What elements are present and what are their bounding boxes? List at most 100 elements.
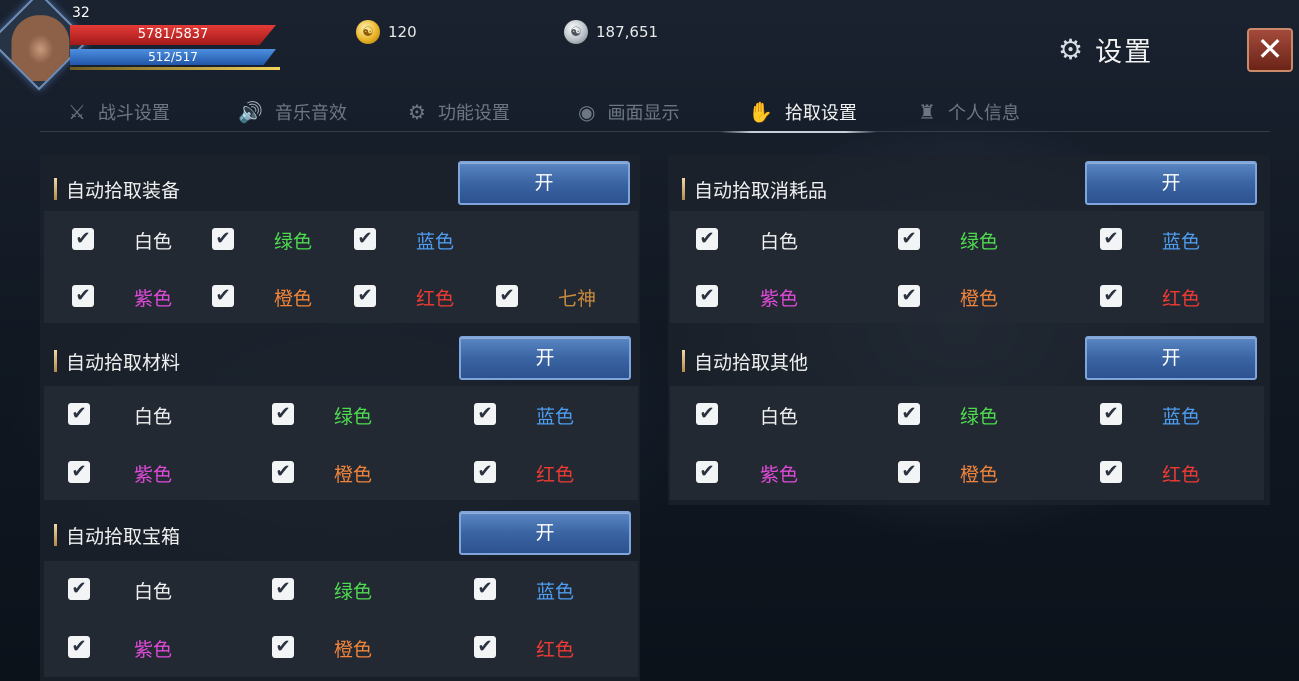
- checkbox-white[interactable]: ✔: [696, 228, 718, 250]
- section-accent: [54, 178, 57, 200]
- checkbox-purple[interactable]: ✔: [696, 461, 718, 483]
- option-label: 红色: [1162, 464, 1201, 486]
- section-accent: [682, 350, 685, 372]
- gold-currency: ☯ 120: [356, 20, 417, 44]
- consumables-options: ✔ 白色 ✔ 绿色 ✔ 蓝色 ✔ 紫色 ✔ 橙色 ✔ 红色: [670, 211, 1264, 323]
- tab-label: 个人信息: [947, 103, 1020, 124]
- checkbox-orange[interactable]: ✔: [212, 285, 234, 307]
- option-label: 白色: [134, 581, 173, 603]
- checkbox-green[interactable]: ✔: [272, 403, 294, 425]
- section-title: 自动拾取材料: [66, 352, 181, 374]
- checkbox-red[interactable]: ✔: [1100, 461, 1122, 483]
- checkbox-green[interactable]: ✔: [898, 403, 920, 425]
- checkbox-white[interactable]: ✔: [68, 403, 90, 425]
- silver-currency: ☯ 187,651: [564, 20, 658, 44]
- option-label: 白色: [134, 406, 173, 428]
- silver-amount: 187,651: [596, 23, 659, 41]
- checkbox-blue[interactable]: ✔: [354, 228, 376, 250]
- checkbox-white[interactable]: ✔: [72, 228, 94, 250]
- checkbox-red[interactable]: ✔: [354, 285, 376, 307]
- chests-toggle-button[interactable]: 开: [459, 511, 631, 555]
- checkbox-purple[interactable]: ✔: [696, 285, 718, 307]
- checkbox-blue[interactable]: ✔: [474, 403, 496, 425]
- option-label: 蓝色: [1162, 406, 1201, 428]
- page-title-text: 设置: [1095, 37, 1154, 68]
- checkbox-purple[interactable]: ✔: [68, 636, 90, 658]
- page-title: ⚙ 设置: [1058, 30, 1153, 69]
- option-label: 绿色: [334, 581, 373, 603]
- option-label: 七神: [558, 288, 597, 310]
- others-toggle-button[interactable]: 开: [1085, 336, 1257, 380]
- checkbox-white[interactable]: ✔: [696, 403, 718, 425]
- tab-label: 画面显示: [607, 103, 680, 124]
- option-label: 绿色: [960, 231, 999, 253]
- option-label: 蓝色: [536, 581, 575, 603]
- option-label: 紫色: [134, 288, 173, 310]
- gold-coin-icon: ☯: [356, 20, 380, 44]
- avatar-portrait-icon: [11, 15, 70, 82]
- option-label: 白色: [760, 406, 799, 428]
- tab-profile[interactable]: ♜ 个人信息: [918, 92, 1020, 132]
- option-label: 橙色: [274, 288, 313, 310]
- tab-audio[interactable]: 🔊 音乐音效: [238, 92, 347, 132]
- option-label: 橙色: [334, 464, 373, 486]
- option-label: 绿色: [274, 231, 313, 253]
- gold-amount: 120: [388, 23, 417, 41]
- section-title: 自动拾取宝箱: [66, 526, 181, 548]
- option-label: 蓝色: [536, 406, 575, 428]
- checkbox-red[interactable]: ✔: [474, 636, 496, 658]
- section-accent: [54, 524, 57, 546]
- speaker-icon: 🔊: [238, 100, 263, 124]
- gear-icon: ⚙: [408, 100, 426, 124]
- checkbox-orange[interactable]: ✔: [272, 461, 294, 483]
- silver-coin-icon: ☯: [564, 20, 588, 44]
- checkbox-orange[interactable]: ✔: [898, 461, 920, 483]
- section-title: 自动拾取其他: [694, 352, 809, 374]
- section-title: 自动拾取消耗品: [694, 180, 828, 202]
- tab-label: 音乐音效: [274, 103, 347, 124]
- option-label: 白色: [134, 231, 173, 253]
- checkbox-blue[interactable]: ✔: [1100, 403, 1122, 425]
- checkbox-green[interactable]: ✔: [212, 228, 234, 250]
- checkbox-green[interactable]: ✔: [272, 578, 294, 600]
- tab-label: 拾取设置: [784, 103, 857, 124]
- checkbox-orange[interactable]: ✔: [898, 285, 920, 307]
- tab-pickup[interactable]: ✋ 拾取设置: [720, 92, 877, 133]
- hand-pickup-icon: ✋: [748, 100, 773, 124]
- checkbox-seven-gods[interactable]: ✔: [496, 285, 518, 307]
- option-label: 紫色: [760, 464, 799, 486]
- settings-tabs: ⚔ 战斗设置 🔊 音乐音效 ⚙ 功能设置 ◉ 画面显示 ✋ 拾取设置 ♜ 个人信…: [40, 92, 1270, 133]
- section-accent: [54, 350, 57, 372]
- option-label: 紫色: [134, 639, 173, 661]
- option-label: 橙色: [960, 464, 999, 486]
- close-button[interactable]: ✕: [1247, 28, 1293, 72]
- crossed-swords-icon: ⚔: [68, 100, 86, 124]
- checkbox-blue[interactable]: ✔: [474, 578, 496, 600]
- tab-display[interactable]: ◉ 画面显示: [578, 92, 679, 132]
- option-label: 橙色: [334, 639, 373, 661]
- checkbox-red[interactable]: ✔: [1100, 285, 1122, 307]
- section-accent: [682, 178, 685, 200]
- helmet-icon: ♜: [918, 100, 936, 124]
- checkbox-purple[interactable]: ✔: [72, 285, 94, 307]
- option-label: 红色: [416, 288, 455, 310]
- checkbox-white[interactable]: ✔: [68, 578, 90, 600]
- materials-toggle-button[interactable]: 开: [459, 336, 631, 380]
- option-label: 橙色: [960, 288, 999, 310]
- option-label: 红色: [1162, 288, 1201, 310]
- checkbox-red[interactable]: ✔: [474, 461, 496, 483]
- checkbox-green[interactable]: ✔: [898, 228, 920, 250]
- checkbox-blue[interactable]: ✔: [1100, 228, 1122, 250]
- tab-function[interactable]: ⚙ 功能设置: [408, 92, 510, 132]
- player-hud: 32 5781/5837 512/517 ☯ 120 ☯ 187,651 ⚙ 设…: [0, 0, 1299, 91]
- tab-label: 功能设置: [437, 103, 510, 124]
- consumables-toggle-button[interactable]: 开: [1085, 161, 1257, 205]
- checkbox-purple[interactable]: ✔: [68, 461, 90, 483]
- option-label: 蓝色: [1162, 231, 1201, 253]
- tab-combat[interactable]: ⚔ 战斗设置: [68, 92, 170, 132]
- checkbox-orange[interactable]: ✔: [272, 636, 294, 658]
- option-label: 蓝色: [416, 231, 455, 253]
- chests-options: ✔ 白色 ✔ 绿色 ✔ 蓝色 ✔ 紫色 ✔ 橙色 ✔ 红色: [44, 561, 638, 677]
- exp-bar: [70, 67, 280, 70]
- equipment-toggle-button[interactable]: 开: [458, 161, 630, 205]
